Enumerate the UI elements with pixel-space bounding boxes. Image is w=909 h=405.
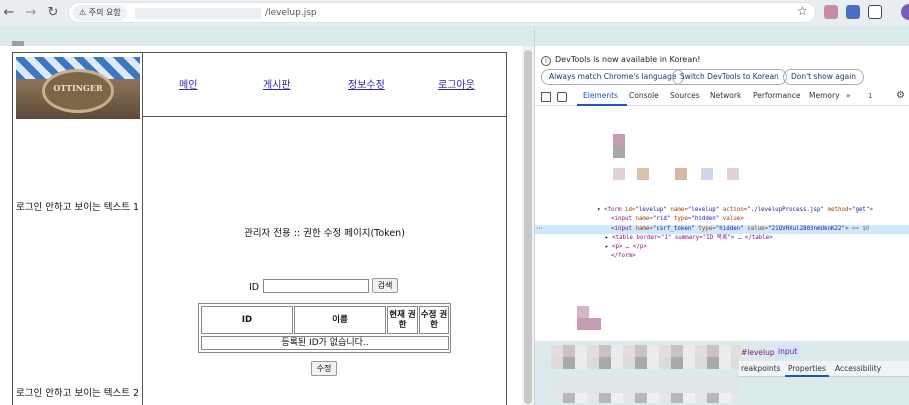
nav-link-board[interactable]: 게시판 [263,76,291,91]
tab-console[interactable]: Console [629,91,659,100]
address-bar[interactable]: ⚠ 주의 요함 /levelup.jsp ☆ [68,2,816,23]
id-search-input[interactable] [263,279,369,293]
active-tab-indicator [577,104,627,106]
tab-memory[interactable]: Memory [809,91,840,100]
profile-avatar[interactable] [901,4,909,20]
tab-elements[interactable]: Elements [583,91,618,100]
redacted-block [551,393,739,403]
redacted-block [613,168,625,180]
redacted-block [613,134,625,146]
active-subtab-indicator [785,375,829,377]
page-title: 관리자 전용 :: 권한 수정 페이지(Token) [244,228,405,239]
settings-gear-icon[interactable]: ⚙ [896,90,905,101]
redacted-block [613,146,625,158]
switch-korean-button[interactable]: Switch DevTools to Korean [672,69,787,85]
redacted-block [701,168,713,180]
table-header-new-level: 수정 권한 [419,306,449,334]
devtools-tabbar: Elements Console Sources Network Perform… [535,88,909,106]
dom-input-csrf-line[interactable]: <input name="csrf_token" type="hidden" v… [611,225,869,234]
dom-form-close-line[interactable]: </form> [611,252,635,261]
sidebar-subtabs: reakpoints Properties Accessibility [739,361,909,377]
logo-image[interactable]: OTTINGER [16,57,140,119]
devtools-bottom-area: #levelup input reakpoints Properties Acc… [535,341,909,405]
page-viewport: OTTINGER 로그인 안하고 보이는 텍스트 1 로그인 안하고 보이는 텍… [0,26,534,405]
reload-icon[interactable]: ↻ [44,4,62,22]
infobar-message: DevTools is now available in Korean! [555,55,701,64]
nav-link-main[interactable]: 메인 [179,76,197,91]
id-label: ID [249,282,260,293]
tab-sources[interactable]: Sources [670,91,700,100]
forward-icon[interactable]: → [22,4,40,22]
breadcrumb-form[interactable]: #levelup [741,347,775,359]
id-table: ID 이름 현재 권한 수정 권한 등록된 ID가 없습니다.. [198,303,451,353]
redacted-block [577,318,601,330]
devtools-top-band [535,26,909,46]
extension-icon[interactable] [824,5,838,19]
layout-table: OTTINGER 로그인 안하고 보이는 텍스트 1 로그인 안하고 보이는 텍… [12,52,507,405]
subtab-properties[interactable]: Properties [788,364,826,373]
more-options-icon[interactable]: ⋯ [536,224,543,232]
subtab-accessibility[interactable]: Accessibility [835,364,881,373]
tab-performance[interactable]: Performance [753,91,801,100]
bookmark-star-icon[interactable]: ☆ [797,4,808,18]
redacted-block [727,168,739,180]
screen: ← → ↻ ⚠ 주의 요함 /levelup.jsp ☆ OTTINGER 로그… [0,0,909,405]
page-top-marker [12,41,24,46]
dom-p-line[interactable]: ▸ <p> … </p> [605,243,647,252]
subtab-breakpoints[interactable]: reakpoints [741,364,781,373]
page-scrollbar[interactable] [522,46,534,405]
search-button[interactable]: 검색 [372,278,398,293]
nav-row: 메인 게시판 정보수정 로그아웃 [143,53,506,117]
redacted-block [637,168,649,180]
dom-input-rid-line[interactable]: <input name="rid" type="hidden" value> [611,215,744,224]
redacted-block [577,306,589,318]
tab-network[interactable]: Network [710,91,741,100]
browser-toolbar: ← → ↻ ⚠ 주의 요함 /levelup.jsp ☆ [0,0,909,26]
main-content: 관리자 전용 :: 권한 수정 페이지(Token) ID 검색 ID 이름 현… [143,117,506,405]
scrollbar-thumb[interactable] [524,50,532,404]
url-redacted [135,8,261,19]
url-text[interactable]: /levelup.jsp [265,5,317,21]
redacted-block [551,357,739,369]
extensions-puzzle-icon[interactable] [868,5,882,19]
redacted-block [551,345,741,357]
page-top-band [0,26,534,46]
back-icon[interactable]: ← [0,4,18,22]
table-header-name: 이름 [294,306,386,334]
issues-badge[interactable]: 1 [868,92,872,100]
table-header-id: ID [201,306,293,334]
left-column: OTTINGER 로그인 안하고 보이는 텍스트 1 로그인 안하고 보이는 텍… [13,53,143,405]
devtools-panel: i DevTools is now available in Korean! A… [534,26,909,405]
nav-link-profile-edit[interactable]: 정보수정 [348,76,385,91]
info-icon: i [541,56,551,66]
logo-emblem: OTTINGER [42,69,114,113]
side-text-1: 로그인 안하고 보이는 텍스트 1 [16,202,140,213]
edit-button[interactable]: 수정 [311,361,337,376]
redacted-block [675,168,687,180]
dont-show-again-button[interactable]: Don't show again [783,69,865,85]
table-header-current-level: 현재 권한 [387,306,418,334]
nav-link-logout[interactable]: 로그아웃 [438,76,475,91]
dom-table-line[interactable]: ▸ <table border="1" summary="ID 목록"> … <… [605,234,773,243]
match-language-button[interactable]: Always match Chrome's language [541,69,685,85]
language-infobar: i DevTools is now available in Korean! A… [535,52,909,92]
more-tabs-icon[interactable]: » [846,91,851,100]
side-text-2: 로그인 안하고 보이는 텍스트 2 [16,388,140,399]
extension-icon[interactable] [846,5,860,19]
logo-text: OTTINGER [53,83,103,93]
inspect-element-icon[interactable] [541,92,551,102]
security-warning-chip[interactable]: ⚠ 주의 요함 [73,5,127,21]
dom-form-line[interactable]: ▾ <form id="levelup" name="levelup" acti… [597,206,873,215]
device-toolbar-icon[interactable] [557,92,567,102]
breadcrumb-input[interactable]: input [775,345,801,359]
table-empty-message: 등록된 ID가 없습니다.. [201,336,449,350]
